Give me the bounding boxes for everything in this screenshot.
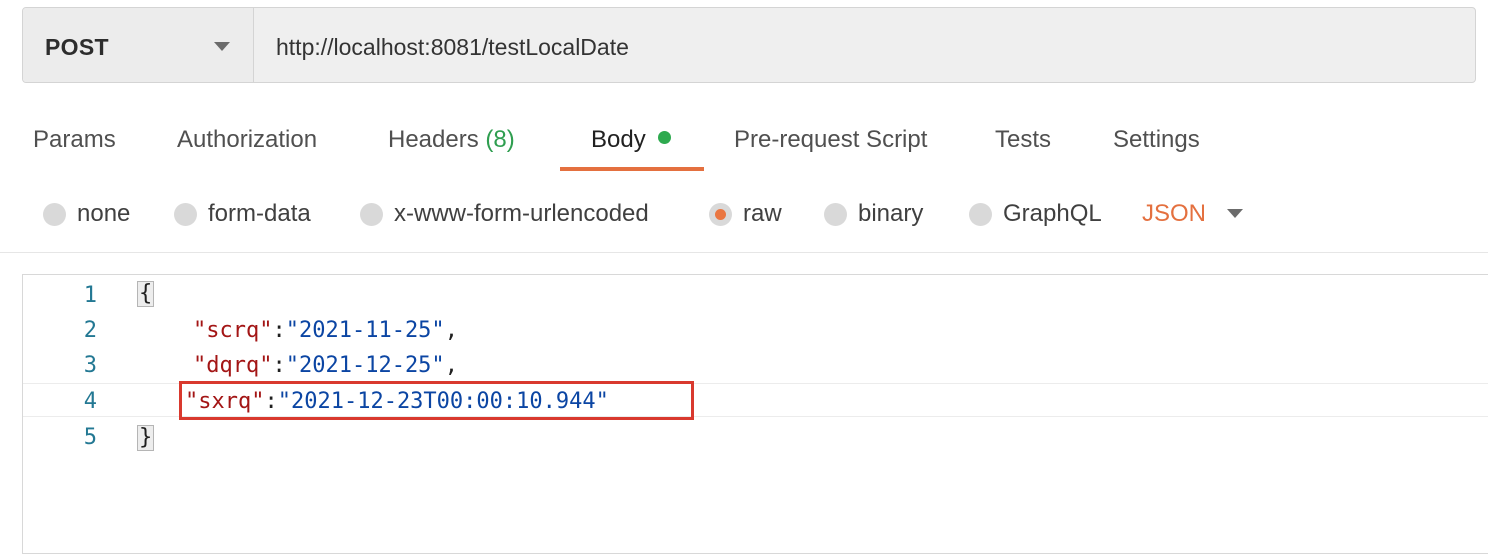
line-number: 3 xyxy=(83,353,97,378)
json-key: "scrq" xyxy=(193,318,273,343)
tab-authorization-label: Authorization xyxy=(177,126,318,153)
line-number: 2 xyxy=(83,318,97,343)
url-input[interactable]: http://localhost:8081/testLocalDate xyxy=(276,34,629,61)
code-line-5: } xyxy=(137,425,155,451)
request-bar: POST http://localhost:8081/testLocalDate xyxy=(22,7,1476,83)
highlight-annotation-box xyxy=(179,381,694,420)
body-type-urlencoded-label: x-www-form-urlencoded xyxy=(394,200,649,227)
body-status-dot-icon xyxy=(657,131,671,144)
body-type-form-data[interactable]: form-data xyxy=(174,200,311,228)
line-number: 5 xyxy=(83,425,97,450)
body-type-none-label: none xyxy=(77,200,131,227)
code-line-2: "scrq":"2021-11-25", xyxy=(193,318,458,343)
radio-icon xyxy=(174,202,197,226)
json-value: "2021-12-25" xyxy=(285,353,445,378)
code-line-3: "dqrq":"2021-12-25", xyxy=(193,353,458,378)
tab-body-label: Body xyxy=(591,126,646,153)
body-type-raw-label: raw xyxy=(743,200,782,227)
json-value: "2021-11-25" xyxy=(285,318,445,343)
tab-settings-label: Settings xyxy=(1113,126,1200,153)
close-brace: } xyxy=(137,425,155,451)
radio-icon xyxy=(824,202,847,226)
open-brace: { xyxy=(137,281,155,307)
tab-authorization[interactable]: Authorization xyxy=(177,126,317,154)
radio-icon xyxy=(360,202,383,226)
tab-tests-label: Tests xyxy=(995,126,1052,153)
body-type-binary[interactable]: binary xyxy=(824,200,923,228)
chevron-down-icon xyxy=(214,42,230,51)
code-line-1: { xyxy=(137,281,155,307)
body-type-graphql-label: GraphQL xyxy=(1003,200,1102,227)
section-divider xyxy=(0,252,1488,253)
radio-icon xyxy=(969,202,992,226)
json-colon: : xyxy=(272,353,286,378)
line-number: 1 xyxy=(83,283,97,308)
json-comma: , xyxy=(444,353,458,378)
tab-pre-request-label: Pre-request Script xyxy=(734,126,928,153)
json-comma: , xyxy=(444,318,458,343)
format-select[interactable]: JSON xyxy=(1142,200,1206,228)
tab-body[interactable]: Body xyxy=(591,126,671,154)
json-colon: : xyxy=(272,318,286,343)
tab-pre-request-script[interactable]: Pre-request Script xyxy=(734,126,927,154)
tab-settings[interactable]: Settings xyxy=(1113,126,1200,154)
body-type-urlencoded[interactable]: x-www-form-urlencoded xyxy=(360,200,649,228)
body-type-none[interactable]: none xyxy=(43,200,130,228)
tab-tests[interactable]: Tests xyxy=(995,126,1051,154)
radio-selected-icon xyxy=(709,202,732,226)
json-key: "dqrq" xyxy=(193,353,273,378)
chevron-down-icon[interactable] xyxy=(1227,209,1243,218)
tab-params-label: Params xyxy=(33,126,116,153)
headers-count-badge: (8) xyxy=(485,126,515,153)
body-type-raw[interactable]: raw xyxy=(709,200,782,228)
tab-headers-label: Headers xyxy=(388,126,479,153)
body-type-graphql[interactable]: GraphQL xyxy=(969,200,1102,228)
active-tab-indicator xyxy=(560,167,704,171)
method-label: POST xyxy=(45,34,109,60)
body-type-binary-label: binary xyxy=(858,200,924,227)
tab-headers[interactable]: Headers (8) xyxy=(388,126,515,154)
body-type-form-data-label: form-data xyxy=(208,200,311,227)
method-select[interactable]: POST xyxy=(23,8,254,82)
radio-icon xyxy=(43,202,66,226)
tab-params[interactable]: Params xyxy=(33,126,116,154)
line-number: 4 xyxy=(83,389,97,414)
